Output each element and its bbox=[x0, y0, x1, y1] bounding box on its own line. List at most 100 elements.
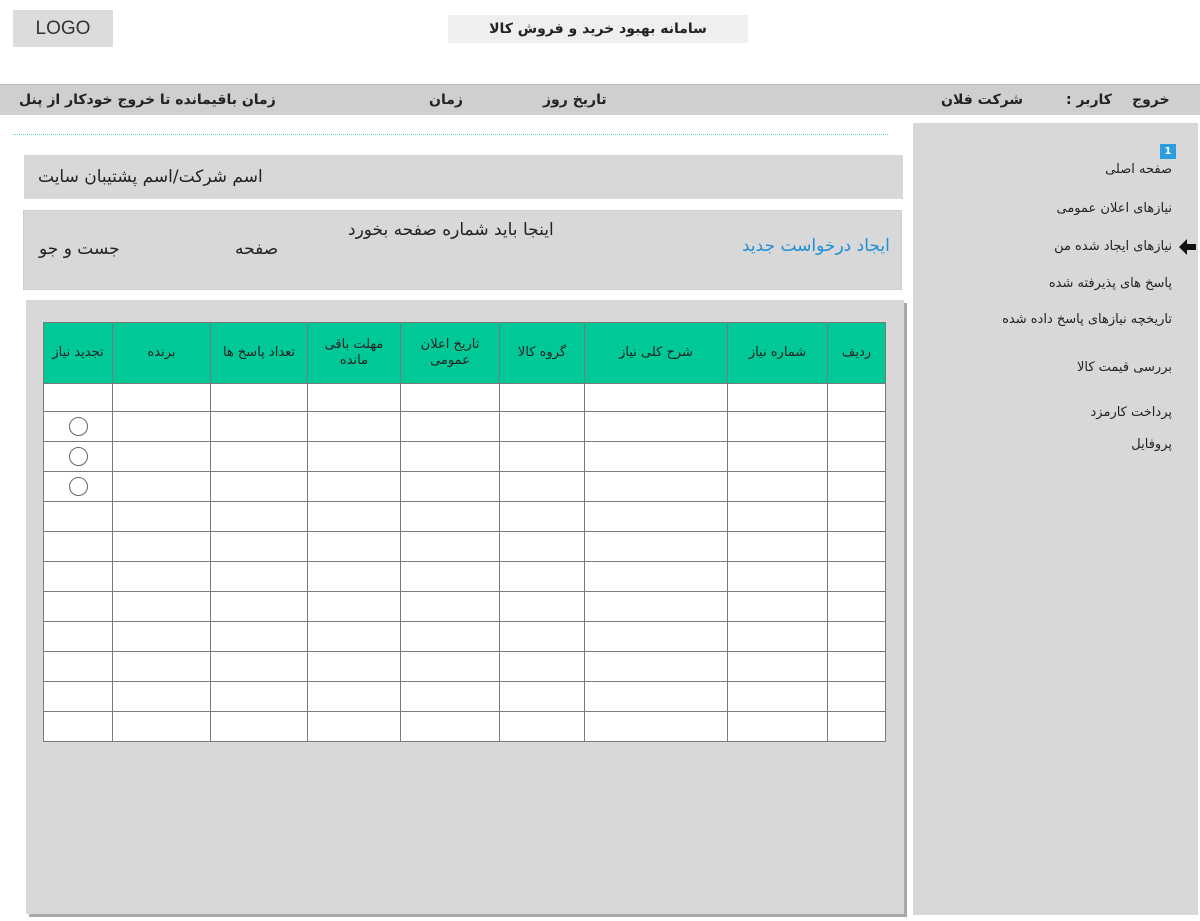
table-cell bbox=[400, 621, 500, 652]
renew-need-radio[interactable] bbox=[68, 447, 88, 466]
table-cell bbox=[112, 531, 211, 562]
table-row bbox=[43, 441, 886, 472]
table-cell bbox=[499, 501, 585, 532]
table-cell bbox=[43, 501, 113, 532]
table-cell bbox=[727, 501, 828, 532]
page-label: صفحه bbox=[235, 239, 279, 259]
auto-logout-timer: زمان باقیمانده تا خروج خودکار از پنل bbox=[19, 92, 276, 108]
table-row bbox=[43, 383, 886, 412]
table-cell bbox=[499, 591, 585, 622]
table-cell bbox=[210, 411, 308, 442]
search-link[interactable]: جست و جو bbox=[39, 239, 120, 259]
sidebar-item-profile[interactable]: پروفایل bbox=[1131, 437, 1172, 452]
table-cell bbox=[499, 441, 585, 472]
table-row bbox=[43, 591, 886, 622]
column-header: گروه کالا bbox=[499, 322, 585, 384]
toolbar: ایجاد درخواست جدید اینجا باید شماره صفحه… bbox=[23, 210, 902, 290]
table-row bbox=[43, 411, 886, 442]
table-cell bbox=[499, 621, 585, 652]
table-cell bbox=[584, 501, 728, 532]
table-cell bbox=[307, 531, 401, 562]
arrow-left-icon bbox=[1179, 239, 1196, 255]
column-header: مهلت باقی مانده bbox=[307, 322, 401, 384]
sidebar-item-my-needs[interactable]: نیازهای ایجاد شده من bbox=[1054, 239, 1172, 254]
table-cell bbox=[584, 531, 728, 562]
needs-table: ردیف شماره نیاز شرح کلی نیاز گروه کالا تاریخ… bbox=[43, 322, 886, 742]
table-cell bbox=[727, 383, 828, 412]
table-cell bbox=[210, 711, 308, 742]
table-cell bbox=[499, 471, 585, 502]
table-cell bbox=[307, 441, 401, 472]
table-row bbox=[43, 621, 886, 652]
sidebar-item-pay-fee[interactable]: پرداخت کارمزد bbox=[1091, 405, 1172, 420]
sidebar-item-response-history[interactable]: تاریخچه نیازهای پاسخ داده شده bbox=[1002, 312, 1172, 327]
table-row bbox=[43, 471, 886, 502]
user-company-name: شرکت فلان bbox=[941, 92, 1024, 108]
column-header: تجدید نیاز bbox=[43, 322, 113, 384]
table-cell bbox=[307, 621, 401, 652]
column-header: شرح کلی نیاز bbox=[584, 322, 728, 384]
table-cell bbox=[827, 591, 886, 622]
renew-need-radio[interactable] bbox=[68, 417, 88, 436]
today-date: تاریخ روز bbox=[543, 92, 607, 108]
sidebar-item-price-check[interactable]: بررسی قیمت کالا bbox=[1077, 360, 1172, 375]
sidebar-item-accepted-responses[interactable]: پاسخ های پذیرفته شده bbox=[1049, 276, 1172, 291]
table-cell bbox=[727, 471, 828, 502]
table-cell bbox=[584, 383, 728, 412]
sidebar-item-home[interactable]: صفحه اصلی bbox=[1105, 162, 1172, 177]
table-cell bbox=[112, 621, 211, 652]
site-title: سامانه بهبود خرید و فروش کالا bbox=[448, 15, 748, 43]
logo: LOGO bbox=[13, 10, 113, 47]
table-cell bbox=[584, 471, 728, 502]
table-cell bbox=[43, 711, 113, 742]
table-cell bbox=[43, 681, 113, 712]
column-header: شماره نیاز bbox=[727, 322, 828, 384]
sidebar-item-public-needs[interactable]: نیازهای اعلان عمومی bbox=[1057, 201, 1173, 216]
new-request-link[interactable]: ایجاد درخواست جدید bbox=[742, 236, 890, 256]
table-cell bbox=[210, 651, 308, 682]
table-cell bbox=[400, 411, 500, 442]
table-cell bbox=[112, 411, 211, 442]
table-cell bbox=[584, 441, 728, 472]
logout-link[interactable]: خروج bbox=[1132, 85, 1170, 116]
table-cell bbox=[827, 711, 886, 742]
table-cell bbox=[307, 591, 401, 622]
column-header: تعداد پاسخ ها bbox=[210, 322, 308, 384]
current-time: زمان bbox=[429, 92, 463, 108]
table-cell bbox=[210, 531, 308, 562]
table-cell bbox=[827, 681, 886, 712]
table-cell bbox=[400, 471, 500, 502]
table-cell bbox=[499, 411, 585, 442]
table-cell bbox=[400, 531, 500, 562]
renew-need-radio[interactable] bbox=[68, 477, 88, 496]
table-cell bbox=[727, 441, 828, 472]
table-cell bbox=[112, 591, 211, 622]
company-name: اسم شرکت/اسم پشتیبان سایت bbox=[38, 167, 263, 187]
table-cell bbox=[727, 621, 828, 652]
table-cell bbox=[43, 531, 113, 562]
table-cell bbox=[112, 561, 211, 592]
table-cell bbox=[400, 383, 500, 412]
column-header: تاریخ اعلان عمومی bbox=[400, 322, 500, 384]
table-cell bbox=[210, 681, 308, 712]
column-header: ردیف bbox=[827, 322, 886, 384]
notification-badge: 1 bbox=[1160, 144, 1176, 159]
table-cell bbox=[43, 471, 113, 502]
table-cell bbox=[400, 441, 500, 472]
table-cell bbox=[827, 383, 886, 412]
table-cell bbox=[827, 561, 886, 592]
table-cell bbox=[210, 441, 308, 472]
table-cell bbox=[727, 531, 828, 562]
table-cell bbox=[584, 681, 728, 712]
user-label: کاربر : bbox=[1066, 92, 1112, 108]
table-cell bbox=[307, 411, 401, 442]
table-row bbox=[43, 501, 886, 532]
table-cell bbox=[210, 471, 308, 502]
table-cell bbox=[112, 383, 211, 412]
table-cell bbox=[112, 711, 211, 742]
table-cell bbox=[307, 561, 401, 592]
table-row bbox=[43, 711, 886, 742]
table-cell bbox=[827, 471, 886, 502]
table-cell bbox=[727, 411, 828, 442]
table-cell bbox=[307, 651, 401, 682]
